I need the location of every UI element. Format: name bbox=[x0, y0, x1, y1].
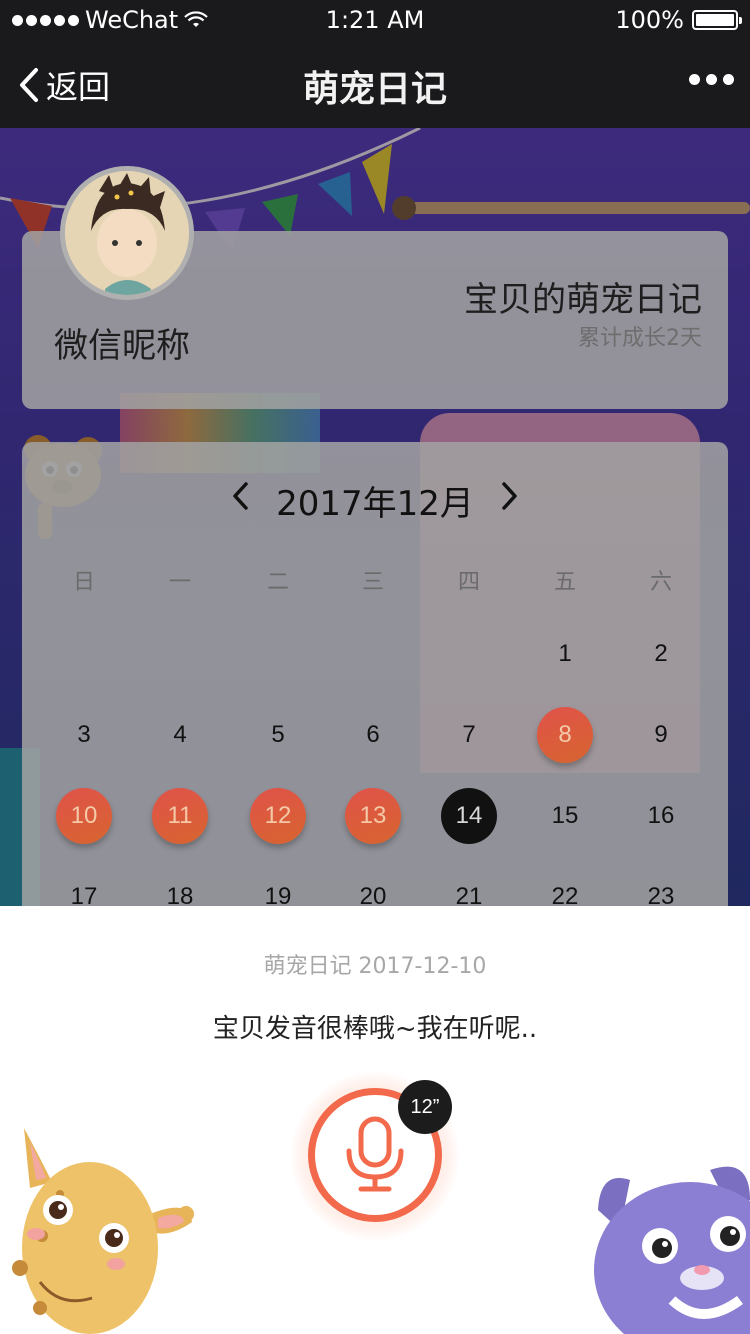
page-title: 萌宠日记 bbox=[302, 69, 447, 110]
diary-title: 宝贝的萌宠日记 bbox=[464, 280, 702, 320]
weekday-label: 四 bbox=[457, 570, 480, 595]
calendar-day[interactable]: 7 bbox=[441, 707, 497, 763]
giraffe-illustration bbox=[12, 1128, 194, 1334]
more-menu-button[interactable] bbox=[689, 74, 734, 85]
calendar-day-marked[interactable]: 8 bbox=[537, 707, 593, 763]
cat-illustration bbox=[594, 1166, 750, 1334]
calendar-day[interactable]: 3 bbox=[56, 707, 112, 763]
calendar-day-marked[interactable]: 11 bbox=[152, 788, 208, 844]
weekday-label: 二 bbox=[266, 570, 289, 595]
battery-icon bbox=[692, 10, 742, 30]
weekday-label: 日 bbox=[72, 570, 95, 595]
calendar-month: 2017年12月 bbox=[276, 484, 474, 524]
calendar-day-today[interactable]: 14 bbox=[441, 788, 497, 844]
calendar-day[interactable]: 5 bbox=[250, 707, 306, 763]
record-title: 萌宠日记 2017-12-10 bbox=[263, 954, 487, 979]
avatar[interactable] bbox=[60, 166, 194, 300]
status-bar: WeChat 1:21 AM 100% bbox=[0, 0, 750, 40]
weekday-label: 三 bbox=[361, 570, 384, 595]
weekday-label: 五 bbox=[553, 570, 576, 595]
record-message: 宝贝发音很棒哦~我在听呢.. bbox=[212, 1014, 538, 1044]
microphone-icon bbox=[346, 1116, 404, 1192]
calendar-day[interactable]: 2 bbox=[633, 626, 689, 682]
status-right: 100% bbox=[615, 6, 742, 34]
calendar-day[interactable]: 6 bbox=[345, 707, 401, 763]
nav-bar: 返回 萌宠日记 bbox=[0, 40, 750, 128]
calendar-day-marked[interactable]: 13 bbox=[345, 788, 401, 844]
weekday-label: 六 bbox=[649, 570, 672, 595]
growth-days: 累计成长2天 bbox=[578, 326, 702, 351]
avatar-image bbox=[65, 171, 189, 295]
calendar-day[interactable]: 15 bbox=[537, 788, 593, 844]
calendar-day[interactable]: 9 bbox=[633, 707, 689, 763]
calendar-day[interactable]: 16 bbox=[633, 788, 689, 844]
nickname: 微信昵称 bbox=[54, 326, 190, 366]
record-duration-badge: 12” bbox=[398, 1080, 452, 1134]
next-month-button[interactable] bbox=[494, 478, 524, 514]
battery-percent: 100% bbox=[615, 6, 684, 34]
calendar-day[interactable]: 4 bbox=[152, 707, 208, 763]
recording-sheet: 萌宠日记 2017-12-10 宝贝发音很棒哦~我在听呢.. 12” bbox=[0, 906, 750, 1334]
calendar-day-marked[interactable]: 10 bbox=[56, 788, 112, 844]
calendar-day[interactable]: 1 bbox=[537, 626, 593, 682]
calendar-day-marked[interactable]: 12 bbox=[250, 788, 306, 844]
weekday-label: 一 bbox=[168, 570, 191, 595]
